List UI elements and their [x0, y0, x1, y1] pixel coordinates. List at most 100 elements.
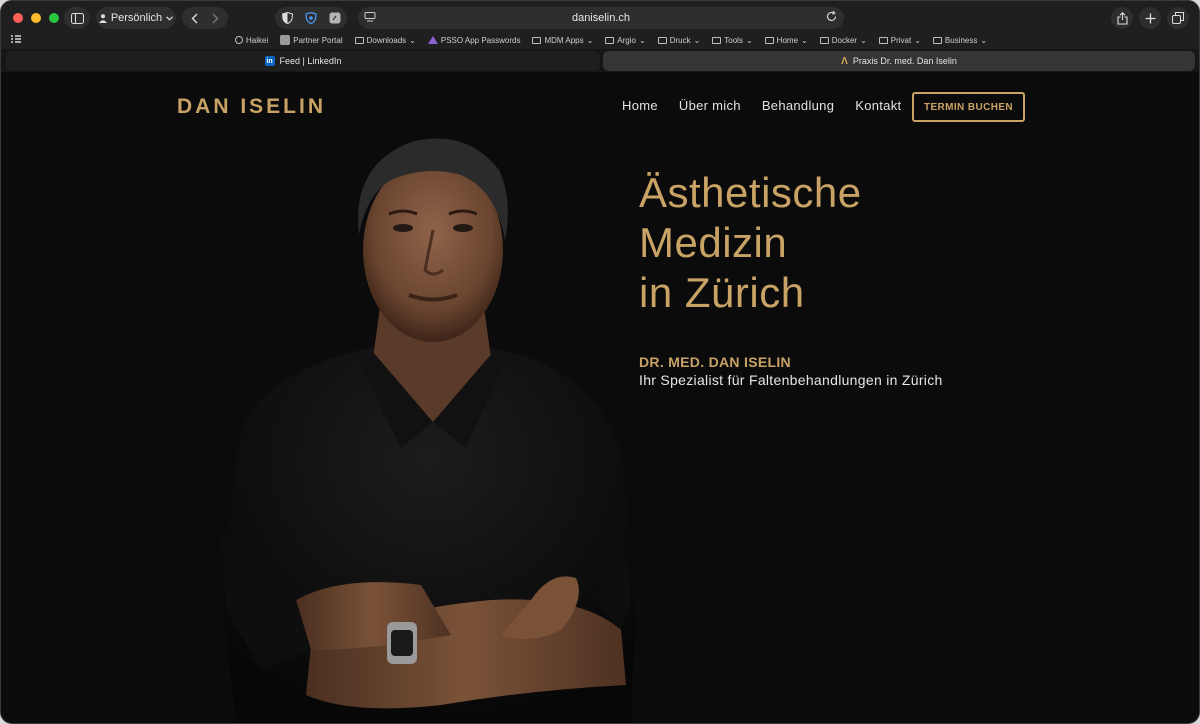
- chevron-down-icon: ⌄: [638, 35, 646, 45]
- folder-icon: [605, 36, 615, 44]
- book-appointment-button[interactable]: TERMIN BUCHEN: [912, 92, 1025, 122]
- web-page: DAN ISELIN Home Über mich Behandlung Kon…: [1, 72, 1199, 723]
- nav-kontakt[interactable]: Kontakt: [855, 98, 901, 113]
- favorite-label: Privat: [890, 35, 912, 45]
- folder-icon: [764, 36, 774, 44]
- back-icon[interactable]: [191, 13, 198, 24]
- site-icon: [427, 36, 438, 44]
- folder-icon: [712, 36, 722, 44]
- favorite-label: MDM Apps: [544, 35, 584, 45]
- doctor-name: DR. MED. DAN ISELIN: [639, 354, 791, 370]
- favorite-label: Home: [776, 35, 799, 45]
- favorite-label: Druck: [669, 35, 691, 45]
- chevron-down-icon: ⌄: [409, 35, 416, 45]
- close-window-button[interactable]: [13, 13, 23, 23]
- favorite-item[interactable]: Privat ⌄: [878, 35, 921, 45]
- page-menu-icon[interactable]: [364, 11, 376, 23]
- site-logo-icon: Λ: [841, 55, 848, 67]
- favorite-label: Docker: [831, 35, 858, 45]
- profile-label: Persönlich: [110, 12, 163, 24]
- favorite-item[interactable]: Docker ⌄: [819, 35, 867, 45]
- favorite-item[interactable]: Partner Portal: [280, 35, 343, 45]
- chevron-down-icon: ⌄: [860, 35, 867, 45]
- browser-window: Persönlich daniselin.ch Haikei Partner P…: [0, 0, 1200, 724]
- sidebar-toggle-button[interactable]: [64, 7, 90, 29]
- tab-linkedin[interactable]: in Feed | LinkedIn: [6, 51, 600, 71]
- tab-praxis-iselin[interactable]: Λ Praxis Dr. med. Dan Iselin: [603, 51, 1195, 71]
- history-navigation: [182, 7, 228, 29]
- reload-icon[interactable]: [825, 10, 838, 23]
- folder-icon: [657, 36, 667, 44]
- favorite-label: Downloads: [366, 35, 407, 45]
- chevron-down-icon: [166, 15, 174, 21]
- forward-icon[interactable]: [212, 13, 219, 24]
- extensions-group: [275, 7, 347, 29]
- site-icon: [280, 35, 291, 45]
- nav-behandlung[interactable]: Behandlung: [762, 98, 834, 113]
- tab-title: Feed | LinkedIn: [279, 56, 342, 66]
- tagline: Ihr Spezialist für Faltenbehandlungen in…: [639, 372, 943, 388]
- favorite-label: PSSO App Passwords: [440, 35, 521, 45]
- favorite-item[interactable]: PSSO App Passwords: [427, 35, 521, 45]
- favorite-label: Tools: [724, 35, 743, 45]
- chevron-down-icon: ⌄: [914, 35, 921, 45]
- address-bar[interactable]: daniselin.ch: [358, 7, 844, 29]
- toolbar-right-actions: [1111, 7, 1189, 29]
- doctor-portrait: [221, 138, 636, 723]
- zoom-window-button[interactable]: [49, 13, 59, 23]
- favorite-label: Argio: [617, 35, 636, 45]
- favorite-item[interactable]: Home ⌄: [764, 35, 808, 45]
- tab-bar: in Feed | LinkedIn Λ Praxis Dr. med. Dan…: [1, 49, 1199, 72]
- browser-toolbar: Persönlich daniselin.ch: [1, 1, 1199, 33]
- favorite-item[interactable]: Druck ⌄: [657, 35, 701, 45]
- share-button[interactable]: [1111, 7, 1133, 29]
- main-navigation: Home Über mich Behandlung Kontakt: [622, 98, 901, 113]
- share-icon: [1116, 11, 1128, 25]
- folder-icon: [532, 36, 542, 44]
- folder-icon: [878, 36, 888, 44]
- globe-icon: [235, 36, 243, 44]
- favorite-item[interactable]: Haikei: [235, 35, 268, 45]
- vpn-extension-icon[interactable]: [304, 12, 317, 24]
- extension-icon[interactable]: [329, 12, 341, 24]
- person-icon: [98, 13, 107, 23]
- favorite-item[interactable]: Argio ⌄: [605, 35, 646, 45]
- chevron-down-icon: ⌄: [693, 35, 701, 45]
- favorites-bar: Haikei Partner Portal Downloads ⌄ PSSO App P…: [1, 33, 1199, 49]
- linkedin-icon: in: [264, 56, 275, 66]
- sidebar-icon: [70, 12, 84, 24]
- address-text: daniselin.ch: [571, 12, 631, 24]
- shield-icon[interactable]: [281, 12, 293, 24]
- tab-overview-icon: [1172, 12, 1184, 24]
- hero-title: Ästhetische Medizin in Zürich: [639, 168, 862, 318]
- tab-title: Praxis Dr. med. Dan Iselin: [852, 56, 957, 66]
- favorite-item[interactable]: Business ⌄: [932, 35, 988, 45]
- favorite-label: Haikei: [246, 35, 269, 45]
- plus-icon: [1145, 13, 1155, 23]
- profile-button[interactable]: Persönlich: [96, 7, 176, 29]
- nav-ueber-mich[interactable]: Über mich: [679, 98, 741, 113]
- chevron-down-icon: ⌄: [801, 35, 808, 45]
- hero-line: Medizin: [639, 219, 788, 266]
- chevron-down-icon: ⌄: [586, 35, 594, 45]
- tab-overview-button[interactable]: [1167, 7, 1189, 29]
- chevron-down-icon: ⌄: [980, 35, 988, 45]
- favorites-grid-icon[interactable]: [11, 35, 21, 43]
- favorites-list: Haikei Partner Portal Downloads ⌄ PSSO App P…: [235, 35, 987, 45]
- nav-home[interactable]: Home: [622, 98, 658, 113]
- favorite-label: Business: [944, 35, 978, 45]
- favorite-item[interactable]: Tools ⌄: [712, 35, 753, 45]
- favorite-item[interactable]: MDM Apps ⌄: [532, 35, 593, 45]
- site-logo[interactable]: DAN ISELIN: [177, 95, 326, 119]
- new-tab-button[interactable]: [1139, 7, 1161, 29]
- favorite-item[interactable]: Downloads ⌄: [354, 35, 416, 45]
- hero-line: in Zürich: [639, 269, 805, 316]
- chevron-down-icon: ⌄: [745, 35, 753, 45]
- folder-icon: [354, 36, 364, 44]
- folder-icon: [819, 36, 829, 44]
- hero-line: Ästhetische: [639, 169, 862, 216]
- minimize-window-button[interactable]: [31, 13, 41, 23]
- favorite-label: Partner Portal: [293, 35, 343, 45]
- window-controls: [13, 13, 59, 23]
- folder-icon: [932, 36, 942, 44]
